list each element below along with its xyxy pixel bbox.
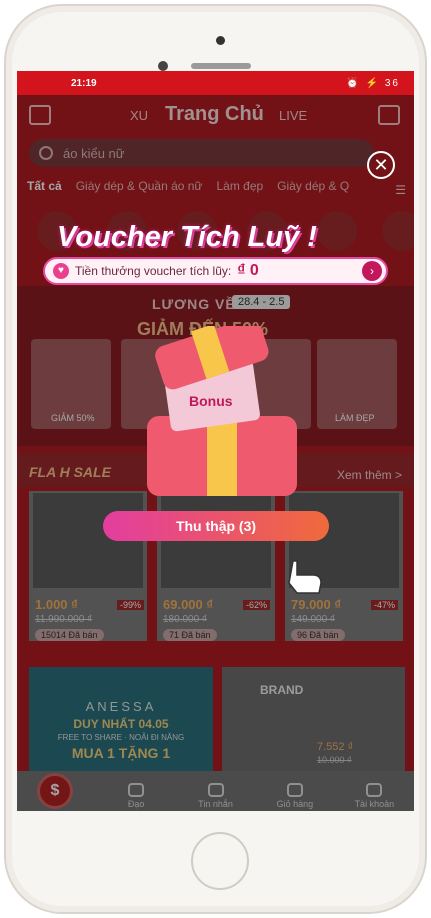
close-popup-button[interactable]: ✕ bbox=[367, 151, 395, 179]
front-camera bbox=[158, 61, 168, 71]
collect-button[interactable]: Thu thập (3) bbox=[103, 511, 329, 541]
reward-label: Tiền thưởng voucher tích lũy: bbox=[75, 264, 232, 278]
gift-box-illustration: Bonus bbox=[147, 326, 297, 496]
voucher-reward-bar[interactable]: ♥ Tiền thưởng voucher tích lũy: ₫ 0 › bbox=[43, 257, 388, 285]
voucher-title: Voucher Tích Luỹ ! bbox=[57, 221, 317, 253]
status-bar: 21:19 ⏰ ⚡ 36 bbox=[17, 71, 414, 95]
home-button[interactable] bbox=[191, 832, 249, 890]
tap-hand-icon bbox=[288, 560, 322, 594]
earpiece-speaker bbox=[191, 63, 251, 69]
reward-amount: ₫ 0 bbox=[237, 262, 259, 279]
status-icons: ⏰ ⚡ 36 bbox=[346, 77, 400, 89]
heart-icon: ♥ bbox=[53, 263, 69, 279]
chevron-right-icon[interactable]: › bbox=[362, 261, 382, 281]
app-screen: 21:19 ⏰ ⚡ 36 XU Trang Chủ LIVE áo kiểu n… bbox=[17, 71, 414, 811]
status-time: 21:19 bbox=[71, 77, 97, 89]
front-sensor bbox=[216, 36, 225, 45]
gift-ribbon bbox=[207, 416, 237, 496]
bonus-label: Bonus bbox=[189, 393, 233, 409]
